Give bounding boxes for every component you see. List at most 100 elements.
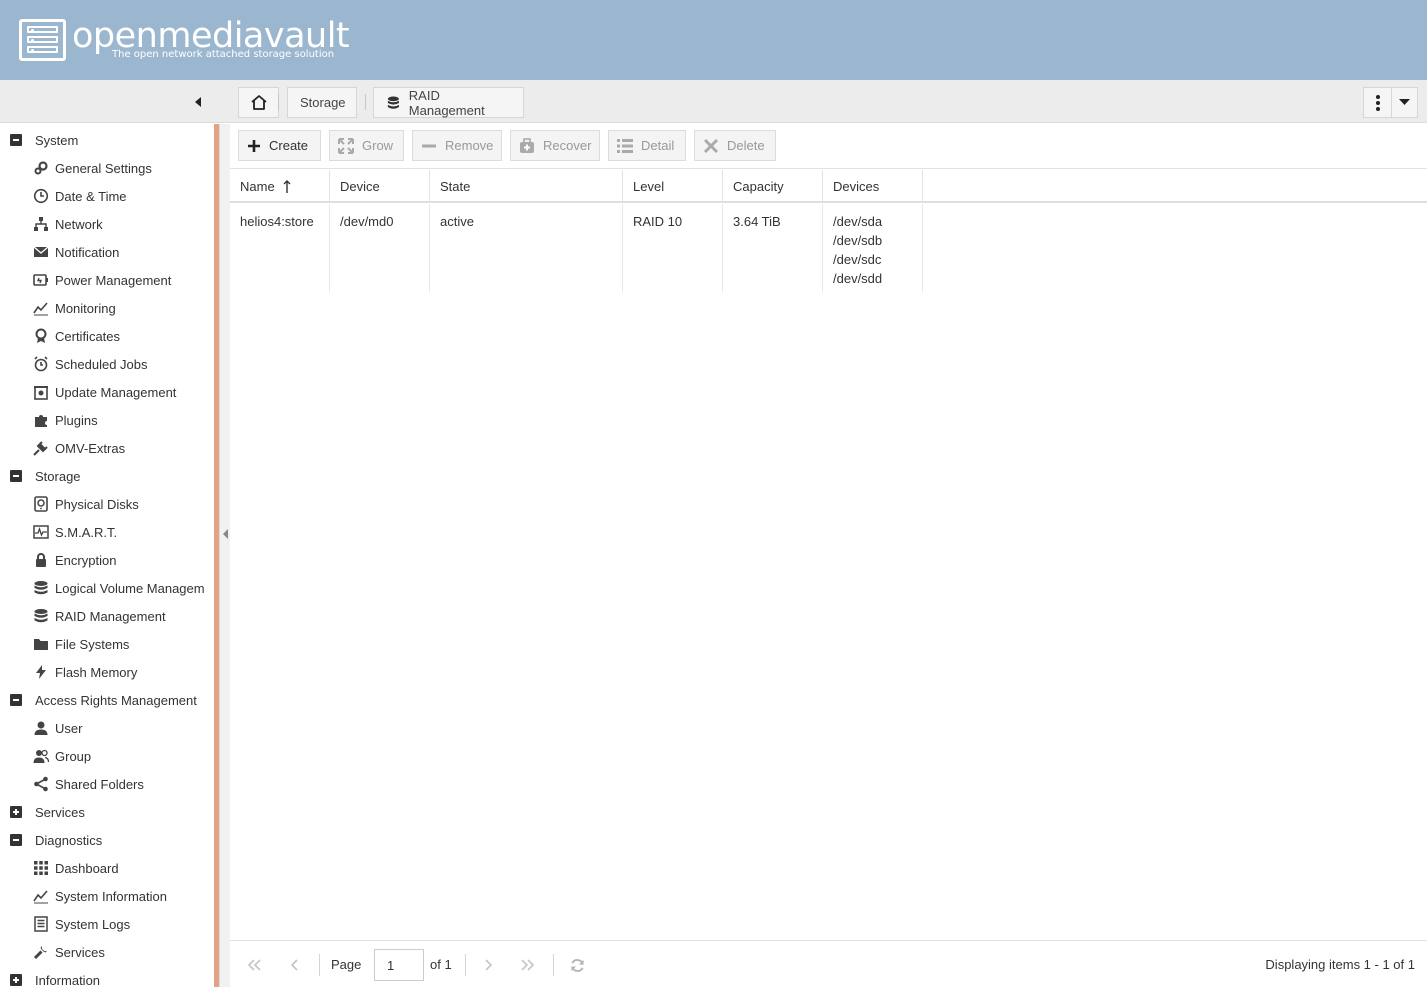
- sidebar-item-user[interactable]: User: [33, 714, 82, 742]
- sidebar-item-label: Power Management: [55, 272, 172, 288]
- sidebar-item-label: Date & Time: [55, 188, 127, 204]
- sidebar-item-omv-extras[interactable]: OMV-Extras: [33, 434, 125, 462]
- grid-icon: [33, 860, 49, 876]
- delete-button[interactable]: Delete: [694, 130, 776, 161]
- sidebar-item-date-time[interactable]: Date & Time: [33, 182, 127, 210]
- sidebar-item-certificates[interactable]: Certificates: [33, 322, 120, 350]
- sidebar-item-scheduled-jobs[interactable]: Scheduled Jobs: [33, 350, 148, 378]
- sidebar-item-label: Monitoring: [55, 300, 116, 316]
- expand-icon[interactable]: [10, 806, 22, 818]
- sidebar-group-system[interactable]: System: [10, 126, 78, 154]
- sidebar-item-label: Update Management: [55, 384, 177, 400]
- sidebar-item-monitoring[interactable]: Monitoring: [33, 294, 116, 322]
- sidebar-splitter[interactable]: [219, 124, 230, 987]
- sidebar-item-system-information[interactable]: System Information: [33, 882, 167, 910]
- power-icon: [33, 272, 49, 288]
- sidebar-item-physical-disks[interactable]: Physical Disks: [33, 490, 139, 518]
- plug-icon: [33, 440, 49, 456]
- sidebar-item-group[interactable]: Group: [33, 742, 91, 770]
- sidebar-item-label: System Information: [55, 888, 167, 904]
- sidebar-item-raid-management[interactable]: RAID Management: [33, 602, 166, 630]
- sidebar-item-network[interactable]: Network: [33, 210, 103, 238]
- sidebar-item-general-settings[interactable]: General Settings: [33, 154, 152, 182]
- medkit-icon: [520, 137, 534, 153]
- sidebar-item-notification[interactable]: Notification: [33, 238, 119, 266]
- sidebar-item-power-management[interactable]: Power Management: [33, 266, 171, 294]
- sidebar-item-logical-volume-managem[interactable]: Logical Volume Managem: [33, 574, 205, 602]
- sidebar-item-label: General Settings: [55, 160, 152, 176]
- breadcrumb-storage[interactable]: Storage: [287, 87, 357, 118]
- sidebar-item-services[interactable]: Services: [33, 938, 105, 966]
- column-header-state[interactable]: State: [430, 170, 623, 203]
- detail-button[interactable]: Detail: [608, 130, 686, 161]
- display-info: Displaying items 1 - 1 of 1: [1265, 957, 1415, 972]
- refresh-button[interactable]: [568, 956, 586, 974]
- sidebar-group-access-rights-management[interactable]: Access Rights Management: [10, 686, 197, 714]
- raid-management-panel: Create Grow Remove Recover Detail Delete…: [230, 124, 1427, 987]
- sidebar-item-label: Certificates: [55, 328, 121, 344]
- sidebar-item-encryption[interactable]: Encryption: [33, 546, 116, 574]
- column-header-name[interactable]: Name: [230, 170, 330, 203]
- double-chevron-left-icon: [247, 959, 261, 971]
- grow-button[interactable]: Grow: [329, 130, 404, 161]
- sidebar-item-system-logs[interactable]: System Logs: [33, 910, 130, 938]
- column-header-devices[interactable]: Devices: [823, 170, 923, 203]
- page-number-input[interactable]: [374, 949, 424, 981]
- sidebar-item-label: Logical Volume Managem: [55, 580, 205, 596]
- sort-ascending-icon: [283, 179, 291, 193]
- collapse-icon[interactable]: [10, 134, 22, 146]
- database-icon: [33, 580, 49, 596]
- users-icon: [33, 748, 49, 764]
- list-icon: [617, 138, 633, 153]
- sidebar-group-label: Access Rights Management: [35, 692, 197, 708]
- toolbar: Create Grow Remove Recover Detail Delete: [230, 124, 1427, 169]
- expand-icon[interactable]: [10, 974, 22, 986]
- dots-vertical-icon: [1375, 94, 1380, 111]
- column-header-device[interactable]: Device: [330, 170, 430, 203]
- remove-button[interactable]: Remove: [412, 130, 502, 161]
- sidebar-item-dashboard[interactable]: Dashboard: [33, 854, 119, 882]
- lock-icon: [33, 552, 49, 568]
- sidebar-item-file-systems[interactable]: File Systems: [33, 630, 129, 658]
- column-header-level[interactable]: Level: [623, 170, 723, 203]
- sidebar-item-label: Notification: [55, 244, 120, 260]
- sidebar-item-update-management[interactable]: Update Management: [33, 378, 176, 406]
- collapse-icon[interactable]: [10, 834, 22, 846]
- sidebar-item-label: File Systems: [55, 636, 130, 652]
- sidebar-group-label: Information: [35, 972, 101, 987]
- sidebar-item-s-m-a-r-t-[interactable]: S.M.A.R.T.: [33, 518, 117, 546]
- user-icon: [33, 720, 49, 736]
- collapse-icon[interactable]: [10, 694, 22, 706]
- last-page-button[interactable]: [519, 956, 537, 974]
- breadcrumb-home[interactable]: [238, 87, 279, 118]
- first-page-button[interactable]: [245, 956, 263, 974]
- column-header-device-label: Device: [340, 179, 380, 194]
- plus-icon: [248, 139, 260, 152]
- alarm-clock-icon: [33, 356, 49, 372]
- sidebar-group-diagnostics[interactable]: Diagnostics: [10, 826, 102, 854]
- sidebar-group-services[interactable]: Services: [10, 798, 85, 826]
- sidebar-group-label: System: [35, 132, 79, 148]
- more-options-button[interactable]: [1363, 87, 1392, 118]
- close-icon: [703, 138, 719, 153]
- sidebar-item-plugins[interactable]: Plugins: [33, 406, 98, 434]
- dropdown-button[interactable]: [1391, 87, 1418, 118]
- sidebar-group-storage[interactable]: Storage: [10, 462, 81, 490]
- envelope-icon: [33, 244, 49, 260]
- device-entry: /dev/sdd: [833, 271, 883, 286]
- recover-button[interactable]: Recover: [510, 130, 600, 161]
- collapse-icon[interactable]: [10, 470, 22, 482]
- column-header-capacity[interactable]: Capacity: [723, 170, 823, 203]
- create-button[interactable]: Create: [238, 130, 321, 161]
- device-entry: /dev/sdc: [833, 252, 882, 267]
- breadcrumb-raid-management[interactable]: RAID Management: [373, 87, 524, 118]
- next-page-button[interactable]: [480, 956, 498, 974]
- sidebar-item-flash-memory[interactable]: Flash Memory: [33, 658, 137, 686]
- collapse-navigation-button[interactable]: [191, 95, 205, 109]
- column-header-devices-label: Devices: [833, 179, 880, 194]
- sidebar-group-information[interactable]: Information: [10, 966, 100, 987]
- grid-header: Name Device State Level Capacity Devices: [230, 170, 1427, 203]
- sidebar-item-label: Encryption: [55, 552, 117, 568]
- sidebar-item-shared-folders[interactable]: Shared Folders: [33, 770, 144, 798]
- previous-page-button[interactable]: [285, 956, 303, 974]
